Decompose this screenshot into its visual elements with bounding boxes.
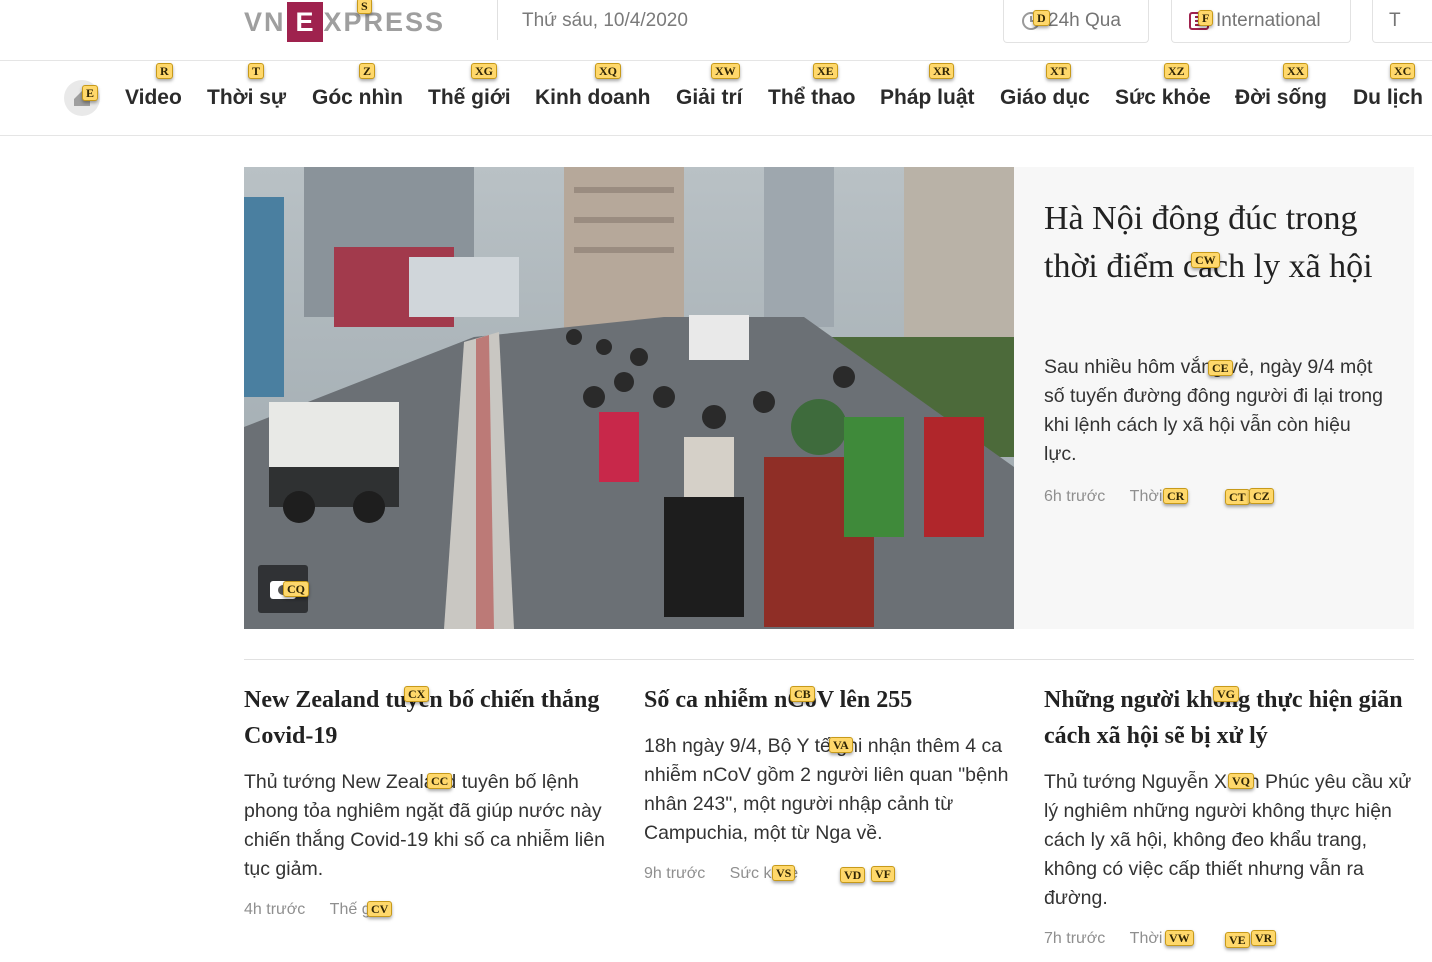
hint-label: VS	[772, 865, 796, 881]
vnexpress-logo[interactable]: VN E XPRESS	[244, 2, 446, 42]
hint-label: VW	[1165, 930, 1194, 946]
hint-label: XZ	[1164, 63, 1189, 79]
hint-label: T	[248, 63, 265, 79]
nav-item-7[interactable]: Pháp luật	[880, 86, 975, 110]
hint-label: CX	[404, 686, 430, 702]
hint-label: E	[82, 85, 99, 101]
top-bar: VN E XPRESS S Thứ sáu, 10/4/2020 24h Qua…	[0, 0, 1432, 61]
24h-label: 24h Qua	[1048, 10, 1121, 31]
nav-item-6[interactable]: Thể thao	[768, 86, 856, 110]
hint-label: CE	[1208, 360, 1233, 376]
logo-text-left: VN	[244, 6, 286, 37]
section-divider	[244, 659, 1414, 660]
hint-label: CV	[367, 901, 393, 917]
nav-item-1[interactable]: Thời sự	[207, 86, 286, 110]
current-date: Thứ sáu, 10/4/2020	[522, 10, 688, 31]
nav-item-11[interactable]: Du lịch	[1353, 86, 1423, 110]
nav-item-5[interactable]: Giải trí	[676, 86, 743, 110]
hint-label: XE	[813, 63, 838, 79]
more-header-button[interactable]: T	[1372, 0, 1432, 43]
hint-label: XW	[711, 63, 740, 79]
hint-label: S	[357, 0, 372, 14]
hint-label: XR	[929, 63, 955, 79]
traffic-photo-image	[244, 167, 1014, 629]
hint-label: VD	[840, 867, 866, 883]
article-time: 4h trước	[244, 901, 306, 918]
hint-label: CR	[1163, 488, 1189, 504]
hint-label: XT	[1046, 63, 1071, 79]
header-divider	[497, 0, 498, 40]
article-lead[interactable]: Thủ tướng Nguyễn Xuân Phúc yêu cầu xử lý…	[1044, 768, 1414, 913]
hint-label: CT	[1225, 489, 1250, 505]
hint-label: XQ	[595, 63, 621, 79]
hint-label: CC	[427, 773, 453, 789]
nav-item-10[interactable]: Đời sống	[1235, 86, 1327, 110]
24h-button[interactable]: 24h Qua	[1003, 0, 1149, 43]
hint-label: VA	[829, 737, 853, 753]
hint-label: Z	[359, 63, 376, 79]
article-card[interactable]: Những người không thực hiện giãn cách xã…	[1044, 682, 1414, 913]
hint-label: CW	[1191, 252, 1220, 268]
article-time: 7h trước	[1044, 930, 1106, 947]
hint-label: VR	[1251, 930, 1277, 946]
article-card[interactable]: Số ca nhiễm nCoV lên 255 18h ngày 9/4, B…	[644, 682, 1014, 848]
nav-item-3[interactable]: Thế giới	[428, 86, 511, 110]
hint-label: D	[1033, 10, 1050, 26]
hero-time: 6h trước	[1044, 488, 1106, 505]
hero-article[interactable]: Hà Nội đông đúc trong thời điểm cách ly …	[244, 167, 1414, 629]
logo-e-box: E	[286, 2, 323, 42]
nav-item-0[interactable]: Video	[125, 86, 182, 110]
article-title[interactable]: Số ca nhiễm nCoV lên 255	[644, 682, 1014, 718]
nav-item-8[interactable]: Giáo dục	[1000, 86, 1090, 110]
hint-label: VG	[1213, 686, 1239, 702]
hint-label: XC	[1390, 63, 1416, 79]
hint-label: CQ	[283, 581, 309, 597]
international-label: International	[1216, 10, 1321, 31]
hint-label: F	[1198, 10, 1214, 26]
hint-label: VE	[1225, 932, 1250, 948]
nav-item-4[interactable]: Kinh doanh	[535, 86, 650, 110]
more-header-label: T	[1389, 10, 1401, 31]
hint-label: XX	[1283, 63, 1309, 79]
nav-item-9[interactable]: Sức khỏe	[1115, 86, 1211, 110]
hero-title[interactable]: Hà Nội đông đúc trong thời điểm cách ly …	[1044, 195, 1394, 291]
logo-text-right: XPRESS	[323, 6, 446, 37]
hero-photo[interactable]	[244, 167, 1014, 629]
hint-label: CB	[790, 686, 815, 702]
hint-label: CZ	[1249, 488, 1274, 504]
hint-label: VQ	[1228, 773, 1254, 789]
nav-item-2[interactable]: Góc nhìn	[312, 86, 403, 110]
article-time: 9h trước	[644, 865, 706, 882]
hint-label: VF	[871, 866, 895, 882]
hint-label: XG	[471, 63, 497, 79]
hint-label: R	[156, 63, 173, 79]
